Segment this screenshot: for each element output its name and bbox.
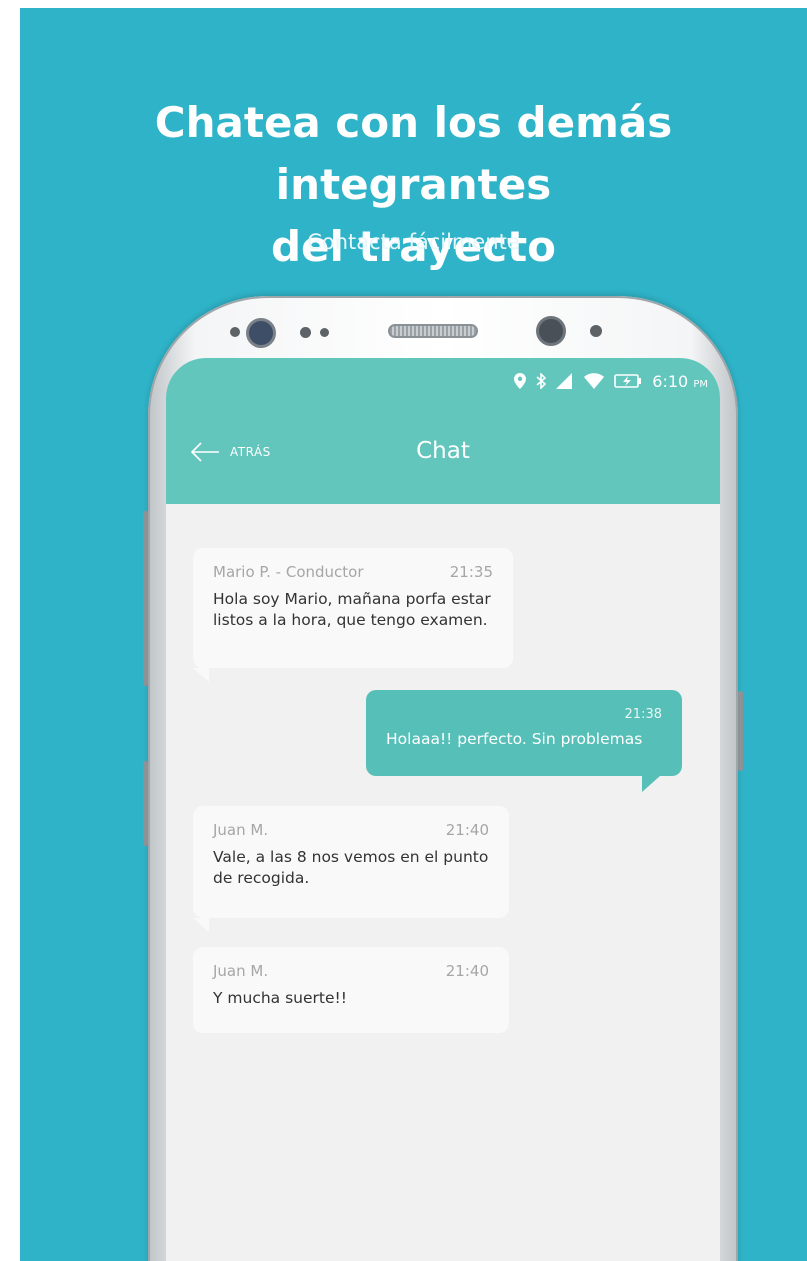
message-time: 21:35: [449, 563, 493, 581]
message-sender: Juan M.: [213, 821, 269, 839]
proximity-sensor: [230, 327, 240, 337]
power-button: [738, 691, 743, 771]
message-meta: Juan M. 21:40: [213, 961, 489, 982]
message-text: Hola soy Mario, mañana porfa estar listo…: [213, 590, 491, 629]
message-meta: Juan M. 21:40: [213, 820, 489, 841]
message-text: Vale, a las 8 nos vemos en el punto de r…: [213, 848, 489, 887]
message-text: Y mucha suerte!!: [213, 989, 347, 1007]
message-time: 21:40: [445, 821, 489, 839]
earpiece-speaker: [388, 324, 478, 338]
message-time: 21:40: [445, 962, 489, 980]
status-ampm: PM: [693, 378, 708, 390]
message-meta: 21:38: [386, 704, 662, 725]
signal-icon: [556, 373, 573, 389]
bubble-tail: [642, 776, 660, 792]
message-bubble-incoming[interactable]: Juan M. 21:40 Y mucha suerte!!: [193, 947, 509, 1033]
message-text: Holaaa!! perfecto. Sin problemas: [386, 730, 643, 748]
message-sender: Mario P. - Conductor: [213, 563, 364, 581]
volume-button: [143, 511, 148, 686]
promo-subheadline: Contacta fácilmente: [307, 230, 520, 254]
bubble-tail: [193, 668, 209, 682]
battery-charging-icon: [614, 374, 642, 388]
message-sender: Juan M.: [213, 962, 269, 980]
front-camera: [536, 316, 566, 346]
message-bubble-incoming[interactable]: Mario P. - Conductor 21:35 Hola soy Mari…: [193, 548, 513, 668]
phone-top-bezel: [148, 296, 738, 366]
sensor-dot: [320, 328, 329, 337]
bixby-button: [143, 761, 148, 846]
location-icon: [514, 373, 527, 389]
app-bar: 6:10 PM ATRÁS Chat: [166, 358, 720, 504]
iris-scanner: [246, 318, 276, 348]
message-list[interactable]: Mario P. - Conductor 21:35 Hola soy Mari…: [166, 504, 720, 1261]
phone-frame: 6:10 PM ATRÁS Chat Mario P. - Conductor …: [143, 296, 743, 1261]
sensor-dot: [300, 327, 311, 338]
message-time: 21:38: [624, 707, 662, 722]
phone-screen: 6:10 PM ATRÁS Chat Mario P. - Conductor …: [166, 358, 720, 1261]
status-time-value: 6:10: [652, 371, 689, 391]
promo-headline-line1: Chatea con los demás integrantes: [154, 98, 673, 209]
page-title: Chat: [416, 438, 470, 464]
status-bar: 6:10 PM: [514, 370, 708, 392]
message-bubble-outgoing[interactable]: 21:38 Holaaa!! perfecto. Sin problemas: [366, 690, 682, 776]
bubble-tail: [193, 918, 209, 932]
wifi-icon: [584, 373, 605, 389]
message-bubble-incoming[interactable]: Juan M. 21:40 Vale, a las 8 nos vemos en…: [193, 806, 509, 918]
message-meta: Mario P. - Conductor 21:35: [213, 562, 493, 583]
promo-background: Chatea con los demás integrantes del tra…: [20, 8, 807, 1261]
sensor-dot: [590, 325, 602, 337]
bluetooth-icon: [536, 373, 547, 389]
status-time: 6:10 PM: [652, 372, 708, 391]
